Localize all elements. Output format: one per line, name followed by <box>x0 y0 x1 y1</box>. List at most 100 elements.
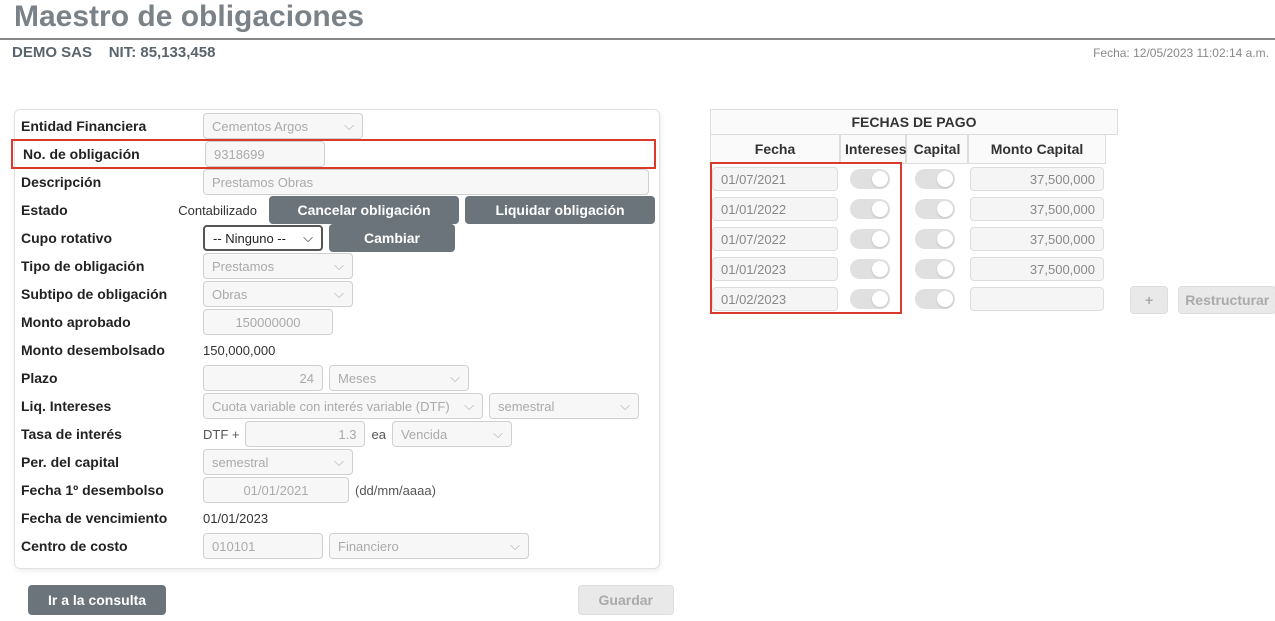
descripcion-label: Descripción <box>21 174 203 190</box>
monto-desembolsado-value: 150,000,000 <box>203 343 275 358</box>
tipo-value: Prestamos <box>212 259 274 274</box>
chevron-down-icon: ⌵ <box>440 370 460 386</box>
add-payment-button[interactable]: + <box>1130 286 1168 314</box>
chevron-down-icon: ⌵ <box>293 230 313 246</box>
intereses-toggle[interactable] <box>850 199 890 219</box>
centro-costo-label: Centro de costo <box>21 538 203 554</box>
monto-desembolsado-label: Monto desembolsado <box>21 342 203 358</box>
fecha-desembolso-value: 01/01/2021 <box>243 483 308 498</box>
payment-row: 01/07/2021 37,500,000 <box>710 164 1118 194</box>
plazo-unit-select[interactable]: Meses ⌵ <box>329 365 469 391</box>
capital-toggle[interactable] <box>915 199 955 219</box>
col-monto-header: Monto Capital <box>968 135 1106 164</box>
no-obligacion-value: 9318699 <box>214 147 265 162</box>
entidad-select[interactable]: Cementos Argos ⌵ <box>203 113 363 139</box>
intereses-toggle[interactable] <box>850 229 890 249</box>
chevron-down-icon: ⌵ <box>610 398 630 414</box>
datetime-label: Fecha: <box>1093 46 1130 60</box>
fecha-vencimiento-label: Fecha de vencimiento <box>21 510 203 526</box>
payment-row: 01/01/2022 37,500,000 <box>710 194 1118 224</box>
centro-costo-code-input[interactable]: 010101 <box>203 533 323 559</box>
payment-row: 01/07/2022 37,500,000 <box>710 224 1118 254</box>
payment-monto[interactable]: 37,500,000 <box>970 167 1104 191</box>
monto-aprobado-value: 150000000 <box>235 315 300 330</box>
payments-title: FECHAS DE PAGO <box>710 109 1118 135</box>
page-title: Maestro de obligaciones <box>14 0 1275 34</box>
tasa-tipo-select[interactable]: Vencida ⌵ <box>392 421 512 447</box>
payments-panel: FECHAS DE PAGO Fecha Intereses Capital M… <box>710 109 1118 314</box>
centro-costo-name-select[interactable]: Financiero ⌵ <box>329 533 529 559</box>
chevron-down-icon: ⌵ <box>324 286 344 302</box>
datetime-value: 12/05/2023 11:02:14 a.m. <box>1133 46 1269 60</box>
intereses-toggle[interactable] <box>850 289 890 309</box>
cupo-value: -- Ninguno -- <box>213 231 286 246</box>
capital-toggle[interactable] <box>915 229 955 249</box>
tasa-prefix: DTF + <box>203 427 239 442</box>
payment-fecha[interactable]: 01/07/2022 <box>712 227 838 251</box>
subtipo-label: Subtipo de obligación <box>21 286 203 302</box>
form-panel: Entidad Financiera Cementos Argos ⌵ No. … <box>14 109 660 569</box>
cupo-label: Cupo rotativo <box>21 230 203 246</box>
col-intereses-header: Intereses <box>840 135 906 164</box>
payment-monto[interactable]: 37,500,000 <box>970 227 1104 251</box>
payment-fecha[interactable]: 01/02/2023 <box>712 287 838 311</box>
chevron-down-icon: ⌵ <box>483 426 503 442</box>
payment-fecha[interactable]: 01/07/2021 <box>712 167 838 191</box>
col-fecha-header: Fecha <box>710 135 840 164</box>
subtipo-select[interactable]: Obras ⌵ <box>203 281 353 307</box>
fecha-vencimiento-value: 01/01/2023 <box>203 511 268 526</box>
payment-row: 01/01/2023 37,500,000 <box>710 254 1118 284</box>
monto-aprobado-label: Monto aprobado <box>21 314 203 330</box>
no-obligacion-label: No. de obligación <box>23 146 205 162</box>
tipo-label: Tipo de obligación <box>21 258 203 274</box>
liq-intereses-formula-select[interactable]: Cuota variable con interés variable (DTF… <box>203 393 483 419</box>
fecha-desembolso-label: Fecha 1º desembolso <box>21 482 203 498</box>
chevron-down-icon: ⌵ <box>334 118 354 134</box>
liquidate-obligation-button[interactable]: Liquidar obligación <box>465 196 655 224</box>
save-button[interactable]: Guardar <box>578 585 674 615</box>
payment-fecha[interactable]: 01/01/2022 <box>712 197 838 221</box>
capital-toggle[interactable] <box>915 289 955 309</box>
plazo-input[interactable]: 24 <box>203 365 323 391</box>
title-divider <box>0 38 1275 40</box>
tasa-input[interactable]: 1.3 <box>245 421 365 447</box>
col-capital-header: Capital <box>906 135 968 164</box>
change-button[interactable]: Cambiar <box>329 224 455 252</box>
fecha-desembolso-input[interactable]: 01/01/2021 <box>203 477 349 503</box>
estado-value: Contabilizado <box>178 203 257 218</box>
go-to-query-button[interactable]: Ir a la consulta <box>28 585 166 615</box>
liq-intereses-label: Liq. Intereses <box>21 398 203 414</box>
tasa-label: Tasa de interés <box>21 426 203 442</box>
payment-monto[interactable] <box>970 287 1104 311</box>
no-obligacion-input[interactable]: 9318699 <box>205 141 325 167</box>
entidad-label: Entidad Financiera <box>21 118 203 134</box>
company-info: DEMO SAS NIT: 85,133,458 <box>12 44 215 61</box>
chevron-down-icon: ⌵ <box>324 454 344 470</box>
payment-fecha[interactable]: 01/01/2023 <box>712 257 838 281</box>
nit-value: 85,133,458 <box>140 44 215 61</box>
payment-monto[interactable]: 37,500,000 <box>970 257 1104 281</box>
tasa-ea: ea <box>371 427 385 442</box>
intereses-toggle[interactable] <box>850 169 890 189</box>
cancel-obligation-button[interactable]: Cancelar obligación <box>269 196 459 224</box>
cupo-select[interactable]: -- Ninguno -- ⌵ <box>203 225 323 251</box>
monto-aprobado-input[interactable]: 150000000 <box>203 309 333 335</box>
per-capital-label: Per. del capital <box>21 454 203 470</box>
liq-intereses-formula-value: Cuota variable con interés variable (DTF… <box>212 399 450 414</box>
payment-monto[interactable]: 37,500,000 <box>970 197 1104 221</box>
centro-costo-name-value: Financiero <box>338 539 399 554</box>
datetime-info: Fecha: 12/05/2023 11:02:14 a.m. <box>1093 46 1269 60</box>
tipo-select[interactable]: Prestamos ⌵ <box>203 253 353 279</box>
descripcion-value: Prestamos Obras <box>212 175 313 190</box>
estado-label: Estado <box>21 202 178 218</box>
liq-intereses-period-select[interactable]: semestral ⌵ <box>489 393 639 419</box>
plazo-label: Plazo <box>21 370 203 386</box>
per-capital-select[interactable]: semestral ⌵ <box>203 449 353 475</box>
capital-toggle[interactable] <box>915 259 955 279</box>
descripcion-input[interactable]: Prestamos Obras <box>203 169 649 195</box>
restructure-button[interactable]: Restructurar <box>1178 286 1275 314</box>
intereses-toggle[interactable] <box>850 259 890 279</box>
liq-intereses-period-value: semestral <box>498 399 554 414</box>
payment-row: 01/02/2023 <box>710 284 1118 314</box>
capital-toggle[interactable] <box>915 169 955 189</box>
